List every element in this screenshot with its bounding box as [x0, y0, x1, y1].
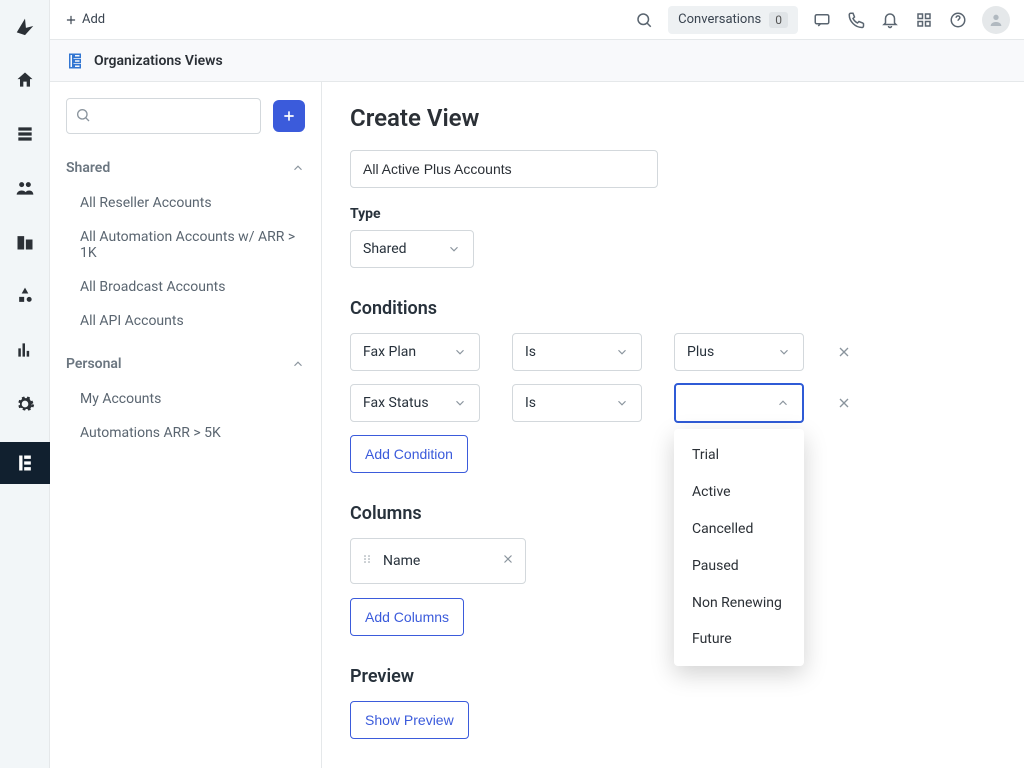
column-chip: Name: [350, 538, 526, 584]
views-search-input[interactable]: [66, 98, 261, 134]
breadcrumb: Organizations Views: [50, 40, 1024, 82]
nav-views-icon[interactable]: [0, 442, 50, 484]
type-value: Shared: [363, 241, 407, 257]
nav-rail: [0, 0, 50, 768]
type-label: Type: [350, 206, 996, 222]
condition-operator-select[interactable]: Is: [512, 333, 642, 371]
search-icon: [75, 107, 91, 123]
conditions-heading: Conditions: [350, 298, 996, 319]
conversations-pill[interactable]: Conversations 0: [668, 6, 798, 34]
show-preview-label: Show Preview: [365, 712, 454, 728]
add-condition-button[interactable]: Add Condition: [350, 435, 468, 473]
breadcrumb-icon: [66, 52, 84, 70]
chevron-down-icon: [777, 345, 791, 359]
type-select[interactable]: Shared: [350, 230, 474, 268]
form-area: Create View Type Shared Conditions Fax P…: [322, 82, 1024, 768]
help-icon[interactable]: [948, 10, 968, 30]
status-dropdown: Trial Active Cancelled Paused Non Renewi…: [674, 429, 804, 666]
chevron-down-icon: [615, 396, 629, 410]
view-item[interactable]: All Broadcast Accounts: [76, 270, 305, 304]
apps-icon[interactable]: [914, 10, 934, 30]
condition-field-select[interactable]: Fax Plan: [350, 333, 480, 371]
view-item[interactable]: All API Accounts: [76, 304, 305, 338]
condition-row: Fax Plan Is Plus: [350, 333, 996, 371]
chevron-down-icon: [615, 345, 629, 359]
add-label: Add: [82, 12, 105, 27]
chevron-up-icon: [291, 161, 305, 175]
dropdown-option[interactable]: Trial: [674, 437, 804, 474]
show-preview-button[interactable]: Show Preview: [350, 701, 469, 739]
main-column: Add Conversations 0: [50, 0, 1024, 768]
add-columns-button[interactable]: Add Columns: [350, 598, 464, 636]
nav-home-icon[interactable]: [9, 64, 41, 96]
views-search-box: [66, 98, 261, 134]
remove-condition-button[interactable]: [836, 344, 852, 360]
chevron-up-icon: [776, 396, 790, 410]
view-name-input[interactable]: [350, 150, 658, 188]
view-item[interactable]: All Automation Accounts w/ ARR > 1K: [76, 220, 305, 270]
columns-heading: Columns: [350, 503, 996, 524]
drag-handle-icon[interactable]: [361, 553, 373, 569]
breadcrumb-title: Organizations Views: [94, 53, 223, 69]
user-avatar[interactable]: [982, 6, 1010, 34]
group-personal-label: Personal: [66, 356, 122, 372]
content-split: Shared All Reseller Accounts All Automat…: [50, 82, 1024, 768]
nav-reports-icon[interactable]: [9, 334, 41, 366]
chevron-down-icon: [453, 345, 467, 359]
dropdown-option[interactable]: Paused: [674, 548, 804, 585]
nav-shapes-icon[interactable]: [9, 280, 41, 312]
add-columns-label: Add Columns: [365, 609, 449, 625]
remove-column-button[interactable]: [501, 552, 515, 570]
dropdown-option[interactable]: Cancelled: [674, 511, 804, 548]
bell-icon[interactable]: [880, 10, 900, 30]
condition-value-select[interactable]: Plus: [674, 333, 804, 371]
conversations-label: Conversations: [678, 12, 761, 27]
group-personal-header[interactable]: Personal: [66, 348, 305, 380]
condition-field-select[interactable]: Fax Status: [350, 384, 480, 422]
chat-icon[interactable]: [812, 10, 832, 30]
group-shared-list: All Reseller Accounts All Automation Acc…: [66, 184, 305, 348]
condition-value-value: Plus: [687, 344, 714, 360]
condition-value-select[interactable]: [674, 383, 804, 423]
conversations-count: 0: [769, 12, 788, 28]
chevron-down-icon: [447, 242, 461, 256]
view-item[interactable]: My Accounts: [76, 382, 305, 416]
view-item[interactable]: All Reseller Accounts: [76, 186, 305, 220]
views-sidepanel: Shared All Reseller Accounts All Automat…: [50, 82, 322, 768]
search-icon[interactable]: [634, 10, 654, 30]
page-title: Create View: [350, 104, 996, 132]
group-shared-label: Shared: [66, 160, 110, 176]
dropdown-option[interactable]: Future: [674, 621, 804, 658]
dropdown-option[interactable]: Active: [674, 474, 804, 511]
column-label: Name: [383, 553, 491, 569]
add-view-button[interactable]: [273, 100, 305, 132]
nav-building-icon[interactable]: [9, 226, 41, 258]
app-logo-icon[interactable]: [9, 10, 41, 42]
phone-icon[interactable]: [846, 10, 866, 30]
add-button[interactable]: Add: [64, 12, 105, 27]
chevron-up-icon: [291, 357, 305, 371]
condition-operator-select[interactable]: Is: [512, 384, 642, 422]
group-personal-list: My Accounts Automations ARR > 5K: [66, 380, 305, 460]
condition-row: Fax Status Is Trial A: [350, 383, 996, 423]
condition-operator-value: Is: [525, 344, 536, 360]
condition-field-value: Fax Plan: [363, 344, 416, 360]
group-shared-header[interactable]: Shared: [66, 152, 305, 184]
condition-field-value: Fax Status: [363, 395, 429, 411]
dropdown-option[interactable]: Non Renewing: [674, 585, 804, 622]
view-item[interactable]: Automations ARR > 5K: [76, 416, 305, 450]
nav-people-icon[interactable]: [9, 172, 41, 204]
nav-inbox-icon[interactable]: [9, 118, 41, 150]
remove-condition-button[interactable]: [836, 395, 852, 411]
topbar: Add Conversations 0: [50, 0, 1024, 40]
add-condition-label: Add Condition: [365, 446, 453, 462]
preview-heading: Preview: [350, 666, 996, 687]
condition-operator-value: Is: [525, 395, 536, 411]
chevron-down-icon: [453, 396, 467, 410]
nav-settings-icon[interactable]: [9, 388, 41, 420]
